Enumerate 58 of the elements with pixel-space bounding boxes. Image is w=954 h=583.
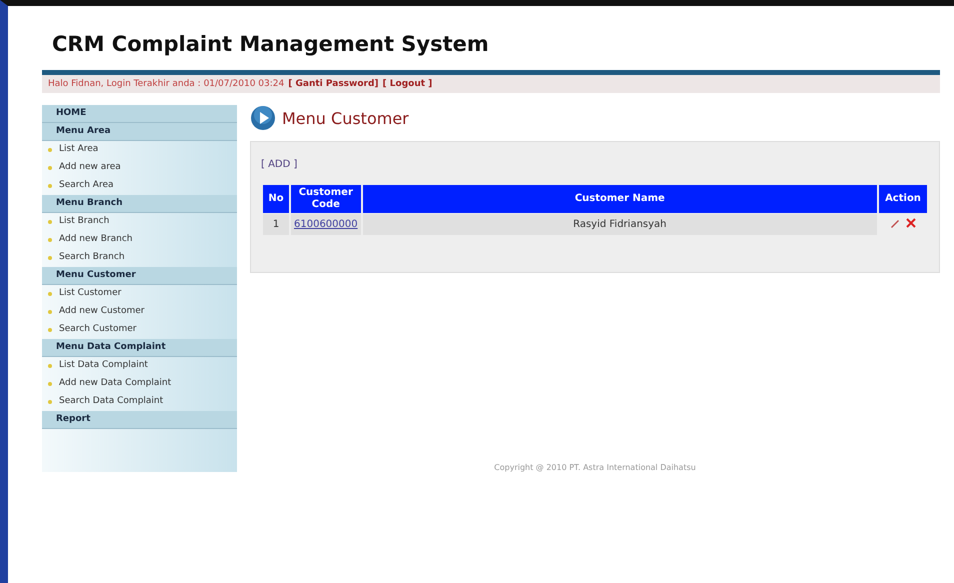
menu-item[interactable]: List Customer: [42, 285, 237, 303]
menu-item[interactable]: List Area: [42, 141, 237, 159]
menu-item-label[interactable]: List Area: [59, 144, 98, 155]
play-icon: [250, 105, 276, 131]
column-header: Customer Code: [291, 185, 361, 213]
menu-item-label[interactable]: Add new Branch: [59, 234, 132, 245]
greeting-text: Halo Fidnan, Login Terakhir anda : 01/07/2010 03:24: [48, 79, 284, 89]
menu-heading[interactable]: Menu Data Complaint: [42, 339, 237, 357]
menu-item-label[interactable]: Search Customer: [59, 324, 136, 335]
menu-item[interactable]: List Branch: [42, 213, 237, 231]
copyright-text: Copyright @ 2010 PT. Astra International Daihatsu: [493, 463, 697, 472]
menu-item[interactable]: Search Data Complaint: [42, 393, 237, 411]
bullet-icon: [48, 220, 52, 224]
menu-item-label[interactable]: Add new area: [59, 162, 121, 173]
menu-item[interactable]: Add new Branch: [42, 231, 237, 249]
menu-item[interactable]: List Data Complaint: [42, 357, 237, 375]
menu-item[interactable]: Search Area: [42, 177, 237, 195]
column-header: Action: [879, 185, 927, 213]
header-link[interactable]: [ Logout ]: [382, 79, 432, 89]
menu-heading[interactable]: HOME: [42, 105, 237, 123]
menu-item-label[interactable]: Add new Customer: [59, 306, 144, 317]
bullet-icon: [48, 238, 52, 242]
menu-item[interactable]: Add new area: [42, 159, 237, 177]
table-cell: 1: [263, 214, 289, 235]
add-link[interactable]: [ ADD ]: [261, 159, 298, 170]
bullet-icon: [48, 148, 52, 152]
menu-item-label[interactable]: Add new Data Complaint: [59, 378, 172, 389]
header-link[interactable]: [ Ganti Password]: [288, 79, 379, 89]
menu-item[interactable]: Search Branch: [42, 249, 237, 267]
menu-item-label[interactable]: Search Data Complaint: [59, 396, 164, 407]
bullet-icon: [48, 166, 52, 170]
section-title: Menu Customer: [282, 108, 409, 128]
menu-heading[interactable]: Menu Customer: [42, 267, 237, 285]
bullet-icon: [48, 328, 52, 332]
bullet-icon: [48, 310, 52, 314]
menu-heading[interactable]: Report: [42, 411, 237, 429]
column-header: Customer Name: [362, 185, 877, 213]
menu-item-label[interactable]: List Customer: [59, 288, 122, 299]
bullet-icon: [48, 292, 52, 296]
table-cell: Rasyid Fidriansyah: [362, 214, 877, 235]
menu-item-label[interactable]: List Data Complaint: [59, 360, 148, 371]
page-title: CRM Complaint Management System: [52, 32, 490, 56]
bullet-icon: [48, 184, 52, 188]
menu-item-label[interactable]: List Branch: [59, 216, 110, 227]
menu-item-label[interactable]: Search Branch: [59, 252, 125, 263]
bullet-icon: [48, 256, 52, 260]
bullet-icon: [48, 400, 52, 404]
bullet-icon: [48, 364, 52, 368]
menu-item[interactable]: Add new Data Complaint: [42, 375, 237, 393]
menu-heading[interactable]: Menu Area: [42, 123, 237, 141]
menu-item[interactable]: Add new Customer: [42, 303, 237, 321]
menu-item-label[interactable]: Search Area: [59, 180, 114, 191]
bullet-icon: [48, 382, 52, 386]
pencil-icon[interactable]: [889, 217, 901, 229]
column-header: No: [263, 185, 289, 213]
delete-icon[interactable]: [905, 217, 917, 229]
menu-heading[interactable]: Menu Branch: [42, 195, 237, 213]
menu-item[interactable]: Search Customer: [42, 321, 237, 339]
